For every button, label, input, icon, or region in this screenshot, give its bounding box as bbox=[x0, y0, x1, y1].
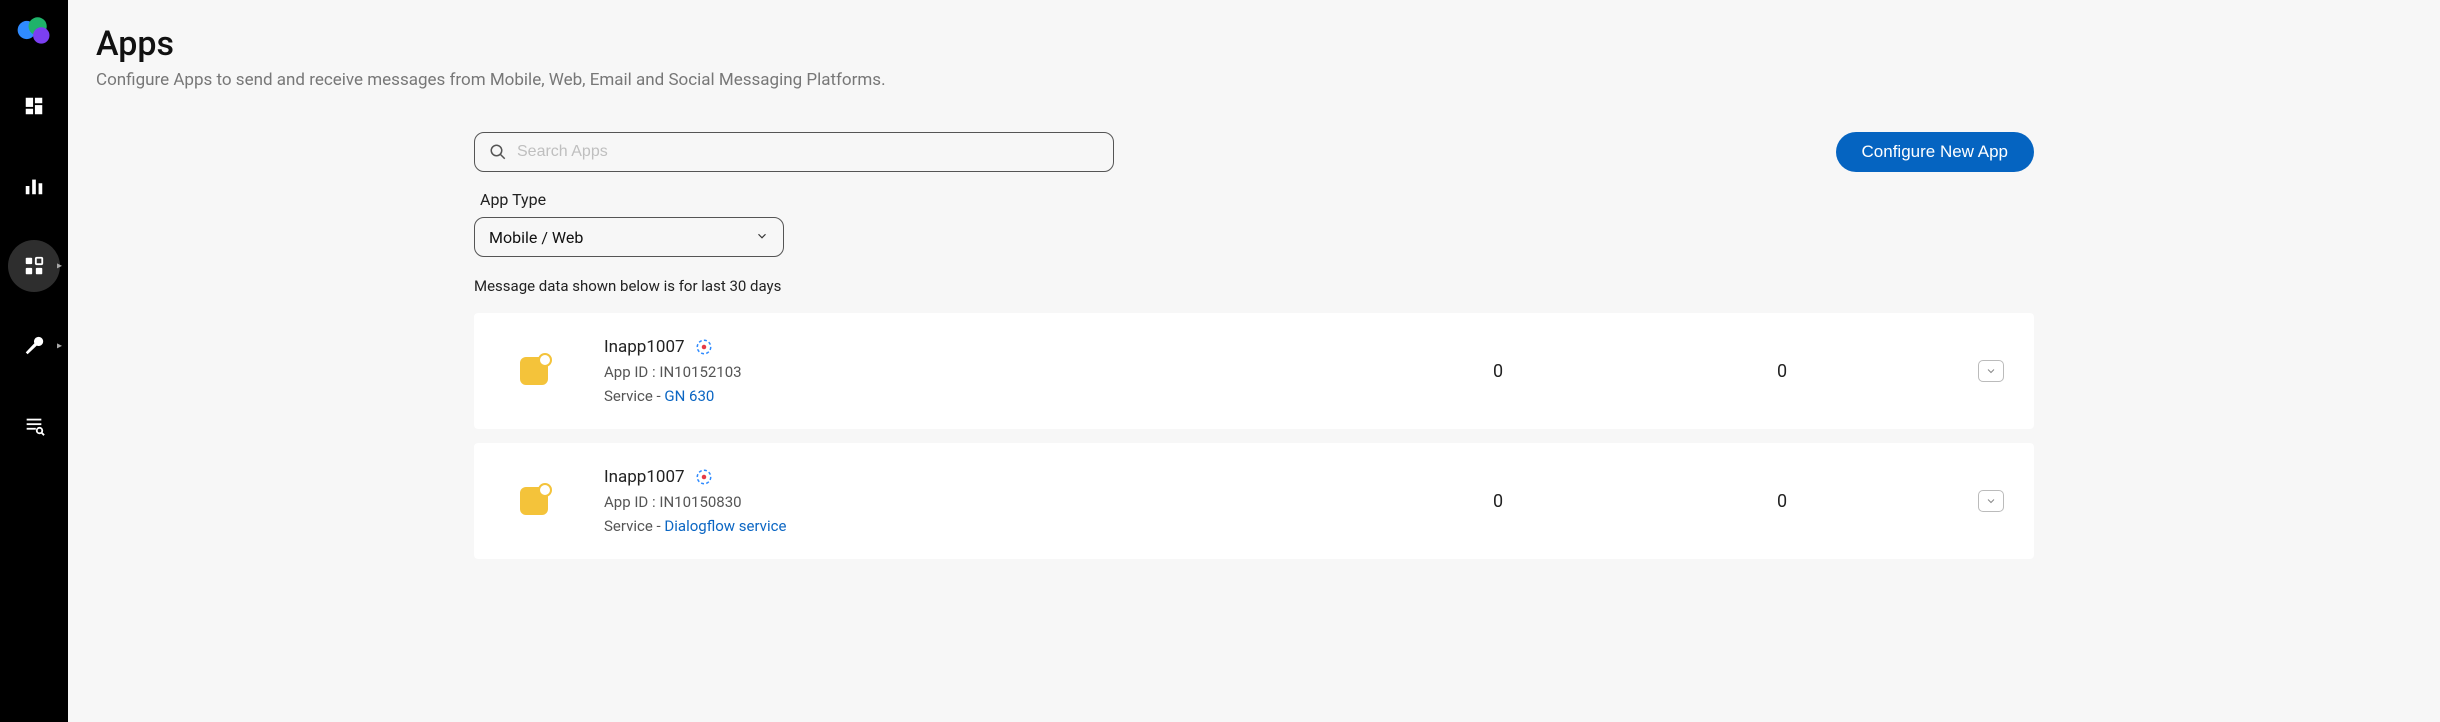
chevron-down-icon bbox=[1985, 365, 1997, 377]
app-folder-icon bbox=[520, 487, 548, 515]
service-line: Service - Dialogflow service bbox=[604, 517, 1336, 535]
nav-apps[interactable]: ▸ bbox=[8, 240, 60, 292]
configure-new-app-button[interactable]: Configure New App bbox=[1836, 132, 2034, 172]
integration-badge-icon bbox=[695, 338, 713, 356]
nav-logs[interactable] bbox=[8, 400, 60, 452]
row-expand-button[interactable] bbox=[1978, 360, 2004, 382]
integration-badge-icon bbox=[695, 468, 713, 486]
app-id-line: App ID : IN10150830 bbox=[604, 493, 1336, 511]
metric-1: 0 bbox=[1376, 491, 1620, 512]
row-expand-button[interactable] bbox=[1978, 490, 2004, 512]
chevron-right-icon: ▸ bbox=[57, 341, 62, 352]
metric-1: 0 bbox=[1376, 361, 1620, 382]
search-field[interactable] bbox=[474, 132, 1114, 172]
chevron-down-icon bbox=[1985, 495, 1997, 507]
service-line: Service - GN 630 bbox=[604, 387, 1336, 405]
app-name: Inapp1007 bbox=[604, 337, 685, 357]
metric-2: 0 bbox=[1660, 361, 1904, 382]
chevron-right-icon: ▸ bbox=[57, 261, 62, 272]
search-input[interactable] bbox=[517, 143, 1099, 161]
app-type-select[interactable]: Mobile / Web bbox=[474, 217, 784, 257]
sidebar: ▸ ▸ bbox=[0, 0, 68, 722]
analytics-icon bbox=[23, 175, 45, 197]
wrench-icon bbox=[23, 335, 45, 357]
page-subtitle: Configure Apps to send and receive messa… bbox=[96, 70, 2412, 90]
nav-dashboard[interactable] bbox=[8, 80, 60, 132]
main-content: Apps Configure Apps to send and receive … bbox=[68, 0, 2440, 722]
nav-analytics[interactable] bbox=[8, 160, 60, 212]
dashboard-icon bbox=[23, 95, 45, 117]
product-logo bbox=[12, 8, 56, 52]
data-window-note: Message data shown below is for last 30 … bbox=[474, 277, 1114, 295]
metric-2: 0 bbox=[1660, 491, 1904, 512]
service-link[interactable]: GN 630 bbox=[664, 387, 714, 405]
chevron-down-icon bbox=[755, 228, 769, 247]
logs-icon bbox=[23, 415, 45, 437]
nav-settings[interactable]: ▸ bbox=[8, 320, 60, 372]
app-id-line: App ID : IN10152103 bbox=[604, 363, 1336, 381]
page-title: Apps bbox=[96, 24, 2412, 64]
app-type-value: Mobile / Web bbox=[489, 228, 583, 247]
apps-list: Inapp1007 App ID : IN10152103 Service - bbox=[474, 313, 2034, 559]
app-row: Inapp1007 App ID : IN10150830 Service - bbox=[474, 443, 2034, 559]
app-name: Inapp1007 bbox=[604, 467, 685, 487]
search-icon bbox=[489, 143, 507, 161]
apps-icon bbox=[23, 255, 45, 277]
service-link[interactable]: Dialogflow service bbox=[664, 517, 786, 535]
app-type-label: App Type bbox=[480, 190, 1114, 209]
app-row: Inapp1007 App ID : IN10152103 Service - bbox=[474, 313, 2034, 429]
app-folder-icon bbox=[520, 357, 548, 385]
